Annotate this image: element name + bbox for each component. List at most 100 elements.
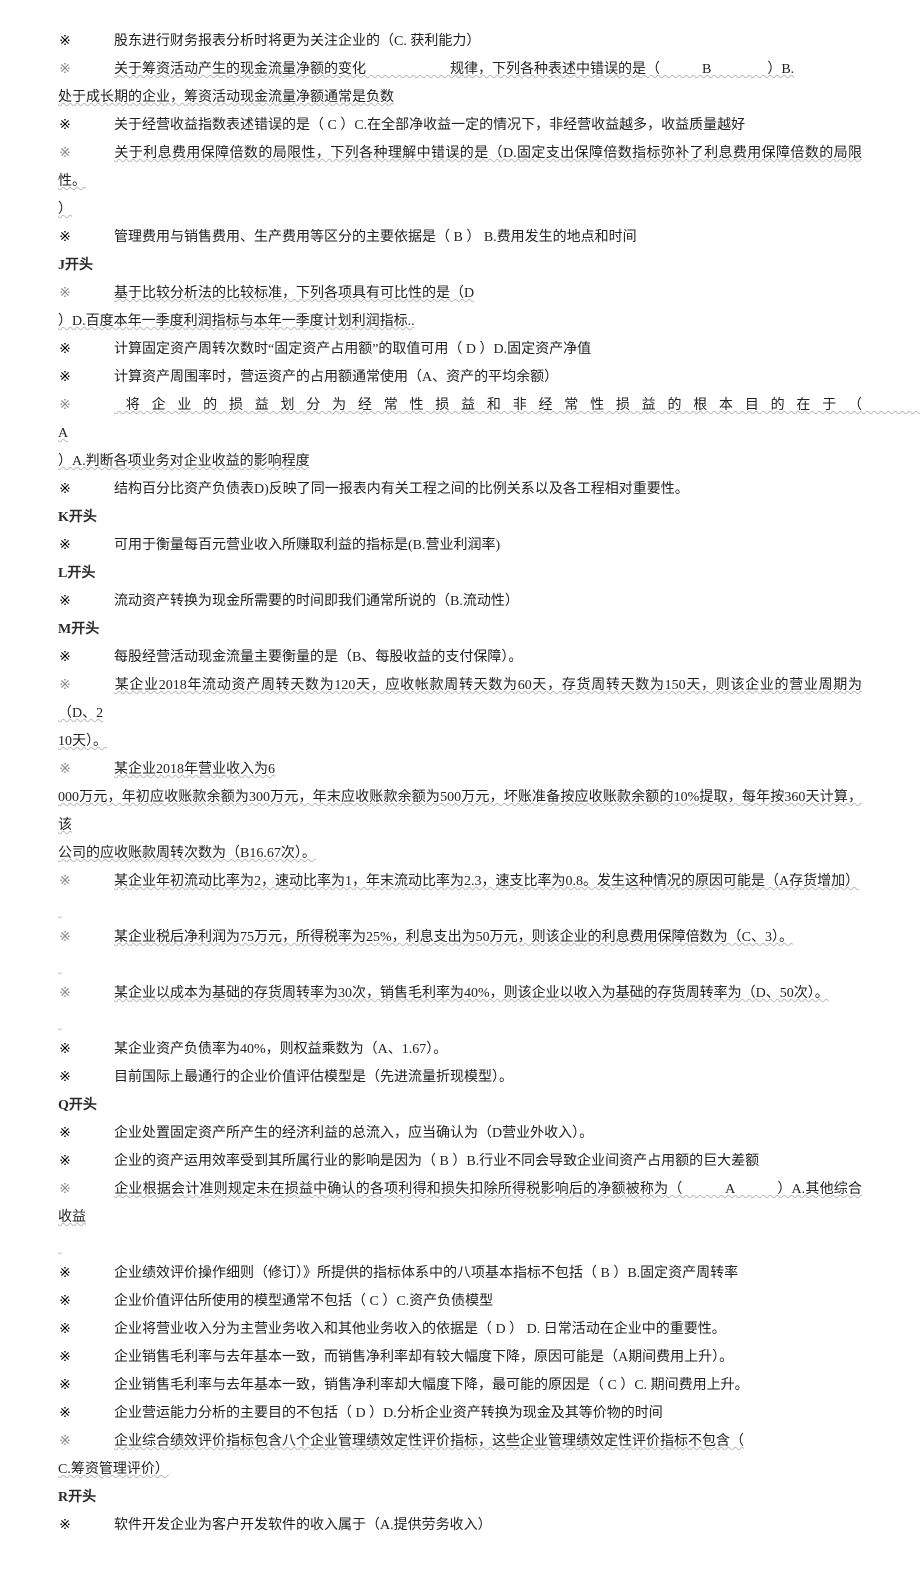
list-item: ※ 流动资产转换为现金所需要的时间即我们通常所说的（B.流动性） bbox=[58, 588, 862, 616]
item-text: 流动资产转换为现金所需要的时间即我们通常所说的（B.流动性） bbox=[114, 594, 519, 609]
list-item: ※ 计算资产周围率时，营运资产的占用额通常使用（A、资产的平均余额） bbox=[58, 364, 862, 392]
item-text: 企业将营业收入分为主营业务收入和其他业务收入的依据是（ D ） D. 日常活动在… bbox=[114, 1322, 726, 1337]
item-text: 企业营运能力分析的主要目的不包括（ D ）D.分析企业资产转换为现金及其等价物的… bbox=[114, 1406, 663, 1421]
item-text: 可用于衡量每百元营业收入所赚取利益的指标是(B.营业利润率) bbox=[114, 538, 500, 553]
header-label: J开头 bbox=[58, 258, 93, 273]
list-item: ※ 某企业税后净利润为75万元，所得税率为25%，利息支出为50万元，则该企业的利… bbox=[58, 924, 862, 952]
continuation-text: C.筹资管理评价） bbox=[58, 1462, 169, 1477]
list-item: ※ 某企业资产负债率为40%，则权益乘数为（A、1.67）。 bbox=[58, 1036, 862, 1064]
list-item-continuation: 公司的应收账款周转次数为（B16.67次）。 bbox=[58, 840, 862, 868]
item-text: 企业销售毛利率与去年基本一致，而销售净利率却有较大幅度下降，原因可能是（A期间费… bbox=[114, 1350, 733, 1365]
bullet-icon: ※ bbox=[58, 644, 72, 672]
bullet-icon: ※ bbox=[58, 1372, 72, 1400]
bullet-icon: ※ bbox=[58, 1428, 72, 1456]
item-text: 某企业资产负债率为40%，则权益乘数为（A、1.67）。 bbox=[114, 1042, 447, 1057]
bullet-icon: ※ bbox=[58, 56, 72, 84]
item-text: 基于比较分析法的比较标准，下列各项具有可比性的是（D bbox=[114, 286, 474, 301]
bullet-icon: ※ bbox=[58, 140, 72, 168]
list-item-continuation: C.筹资管理评价） bbox=[58, 1456, 862, 1484]
list-item: ※ 关于经营收益指数表述错误的是（ C ）C.在全部净收益一定的情况下，非经营收益… bbox=[58, 112, 862, 140]
item-text: 企业处置固定资产所产生的经济利益的总流入，应当确认为（D营业外收入）。 bbox=[114, 1126, 593, 1141]
bullet-icon: ※ bbox=[58, 336, 72, 364]
item-text: 某企业年初流动比率为2，速动比率为1，年末流动比率为2.3，速支比率为0.8。发… bbox=[114, 874, 859, 889]
list-item-continuation bbox=[58, 1232, 862, 1260]
bullet-icon: ※ bbox=[58, 588, 72, 616]
bullet-icon: ※ bbox=[58, 924, 72, 952]
list-item: ※ 目前国际上最通行的企业价值评估模型是（先进流量折现模型）。 bbox=[58, 1064, 862, 1092]
item-text: 关于利息费用保障倍数的局限性，下列各种理解中错误的是（D.固定支出保障倍数指标弥… bbox=[58, 146, 862, 189]
list-item: ※企业处置固定资产所产生的经济利益的总流入，应当确认为（D营业外收入）。 bbox=[58, 1120, 862, 1148]
list-item: ※关于利息费用保障倍数的局限性，下列各种理解中错误的是（D.固定支出保障倍数指标… bbox=[58, 140, 862, 196]
item-text: 某企业以成本为基础的存货周转率为30次，销售毛利率为40%，则该企业以收入为基础… bbox=[114, 986, 829, 1001]
bullet-icon: ※ bbox=[58, 756, 72, 784]
list-item: ※ 企业综合绩效评价指标包含八个企业管理绩效定性评价指标，这些企业管理绩效定性评价… bbox=[58, 1428, 862, 1456]
list-item: ※企业价值评估所使用的模型通常不包括（ C ）C.资产负债模型 bbox=[58, 1288, 862, 1316]
list-item: ※某企业2018年营业收入为6 bbox=[58, 756, 862, 784]
bullet-icon: ※ bbox=[58, 1344, 72, 1372]
item-text: 某企业2018年流动资产周转天数为120天，应收帐款周转天数为60天，存货周转天… bbox=[58, 678, 862, 721]
item-text: 某企业税后净利润为75万元，所得税率为25%，利息支出为50万元，则该企业的利息… bbox=[114, 930, 793, 945]
item-text: 企业的资产运用效率受到其所属行业的影响是因为（ B ）B.行业不同会导致企业间资… bbox=[114, 1154, 759, 1169]
list-item: ※企业根据会计准则规定未在损益中确认的各项利得和损失扣除所得税影响后的净额被称为… bbox=[58, 1176, 862, 1232]
list-item-continuation: ）A.判断各项业务对企业收益的影响程度 bbox=[58, 448, 862, 476]
list-item: ※ 计算固定资产周转次数时“固定资产占用额”的取值可用（ D ）D.固定资产净值 bbox=[58, 336, 862, 364]
item-text: 将企业的损益划分为经常性损益和非经常性损益的根本目的在于（ A bbox=[58, 398, 920, 441]
list-item: ※ 某企业年初流动比率为2，速动比率为1，年末流动比率为2.3，速支比率为0.8。… bbox=[58, 868, 862, 896]
section-header: K开头 bbox=[58, 504, 862, 532]
bullet-icon: ※ bbox=[58, 112, 72, 140]
list-item: ※ 某企业以成本为基础的存货周转率为30次，销售毛利率为40%，则该企业以收入为基… bbox=[58, 980, 862, 1008]
header-label: M开头 bbox=[58, 622, 99, 637]
header-label: R开头 bbox=[58, 1490, 96, 1505]
list-item: ※企业销售毛利率与去年基本一致，销售净利率却大幅度下降，最可能的原因是（ C ）… bbox=[58, 1372, 862, 1400]
bullet-icon: ※ bbox=[58, 364, 72, 392]
bullet-icon: ※ bbox=[58, 1036, 72, 1064]
list-item: ※关于筹资活动产生的现金流量净额的变化 规律，下列各种表述中错误的是（ B ）B… bbox=[58, 56, 862, 84]
list-item-continuation: 处于成长期的企业，筹资活动现金流量净额通常是负数 bbox=[58, 84, 862, 112]
list-item: ※股东进行财务报表分析时将更为关注企业的（C. 获利能力） bbox=[58, 28, 862, 56]
list-item: ※ 可用于衡量每百元营业收入所赚取利益的指标是(B.营业利润率) bbox=[58, 532, 862, 560]
header-label: K开头 bbox=[58, 510, 97, 525]
section-header: L开头 bbox=[58, 560, 862, 588]
item-text: 结构百分比资产负债表D)反映了同一报表内有关工程之间的比例关系以及各工程相对重要… bbox=[114, 482, 689, 497]
list-item: ※某企业2018年流动资产周转天数为120天，应收帐款周转天数为60天，存货周转… bbox=[58, 672, 862, 728]
list-item: ※ 企业的资产运用效率受到其所属行业的影响是因为（ B ）B.行业不同会导致企业间… bbox=[58, 1148, 862, 1176]
header-label: Q开头 bbox=[58, 1098, 97, 1113]
bullet-icon: ※ bbox=[58, 1064, 72, 1092]
list-item: ※企业营运能力分析的主要目的不包括（ D ）D.分析企业资产转换为现金及其等价物… bbox=[58, 1400, 862, 1428]
list-item: ※ 企业销售毛利率与去年基本一致，而销售净利率却有较大幅度下降，原因可能是（A期间… bbox=[58, 1344, 862, 1372]
item-text: 企业根据会计准则规定未在损益中确认的各项利得和损失扣除所得税影响后的净额被称为（… bbox=[58, 1182, 862, 1225]
item-text: 计算固定资产周转次数时“固定资产占用额”的取值可用（ D ）D.固定资产净值 bbox=[114, 342, 591, 357]
item-text: 目前国际上最通行的企业价值评估模型是（先进流量折现模型）。 bbox=[114, 1070, 513, 1085]
item-text: 关于经营收益指数表述错误的是（ C ）C.在全部净收益一定的情况下，非经营收益越… bbox=[114, 118, 745, 133]
continuation-text: ）A.判断各项业务对企业收益的影响程度 bbox=[58, 454, 310, 469]
list-item: ※将企业的损益划分为经常性损益和非经常性损益的根本目的在于（ A bbox=[58, 392, 862, 448]
bullet-icon: ※ bbox=[58, 672, 72, 700]
bullet-icon: ※ bbox=[58, 476, 72, 504]
continuation-text: ） bbox=[58, 202, 72, 217]
bullet-icon: ※ bbox=[58, 280, 72, 308]
bullet-icon: ※ bbox=[58, 1316, 72, 1344]
list-item-continuation: 10天）。 bbox=[58, 728, 862, 756]
bullet-icon: ※ bbox=[58, 532, 72, 560]
item-text: 计算资产周围率时，营运资产的占用额通常使用（A、资产的平均余额） bbox=[114, 370, 558, 385]
continuation-text: 处于成长期的企业，筹资活动现金流量净额通常是负数 bbox=[58, 90, 394, 105]
continuation-text bbox=[58, 1238, 62, 1253]
item-text: 软件开发企业为客户开发软件的收入属于（A.提供劳务收入） bbox=[114, 1518, 492, 1533]
bullet-icon: ※ bbox=[58, 868, 72, 896]
list-item: ※ 每股经营活动现金流量主要衡量的是（B、每股收益的支付保障）。 bbox=[58, 644, 862, 672]
list-item-continuation bbox=[58, 952, 862, 980]
bullet-icon: ※ bbox=[58, 980, 72, 1008]
bullet-icon: ※ bbox=[58, 392, 72, 420]
continuation-text bbox=[58, 1014, 62, 1029]
item-text: 企业绩效评价操作细则（修订）》所提供的指标体系中的八项基本指标不包括（ B ）B… bbox=[114, 1266, 738, 1281]
header-label: L开头 bbox=[58, 566, 95, 581]
continuation-text: 公司的应收账款周转次数为（B16.67次）。 bbox=[58, 846, 316, 861]
item-text: 每股经营活动现金流量主要衡量的是（B、每股收益的支付保障）。 bbox=[114, 650, 522, 665]
bullet-icon: ※ bbox=[58, 1176, 72, 1204]
section-header: J开头 bbox=[58, 252, 862, 280]
item-text: 企业综合绩效评价指标包含八个企业管理绩效定性评价指标，这些企业管理绩效定性评价指… bbox=[114, 1434, 744, 1449]
list-item: ※管理费用与销售费用、生产费用等区分的主要依据是（ B ） B.费用发生的地点和… bbox=[58, 224, 862, 252]
bullet-icon: ※ bbox=[58, 1148, 72, 1176]
continuation-text: 10天）。 bbox=[58, 734, 107, 749]
list-item: ※企业绩效评价操作细则（修订）》所提供的指标体系中的八项基本指标不包括（ B ）… bbox=[58, 1260, 862, 1288]
